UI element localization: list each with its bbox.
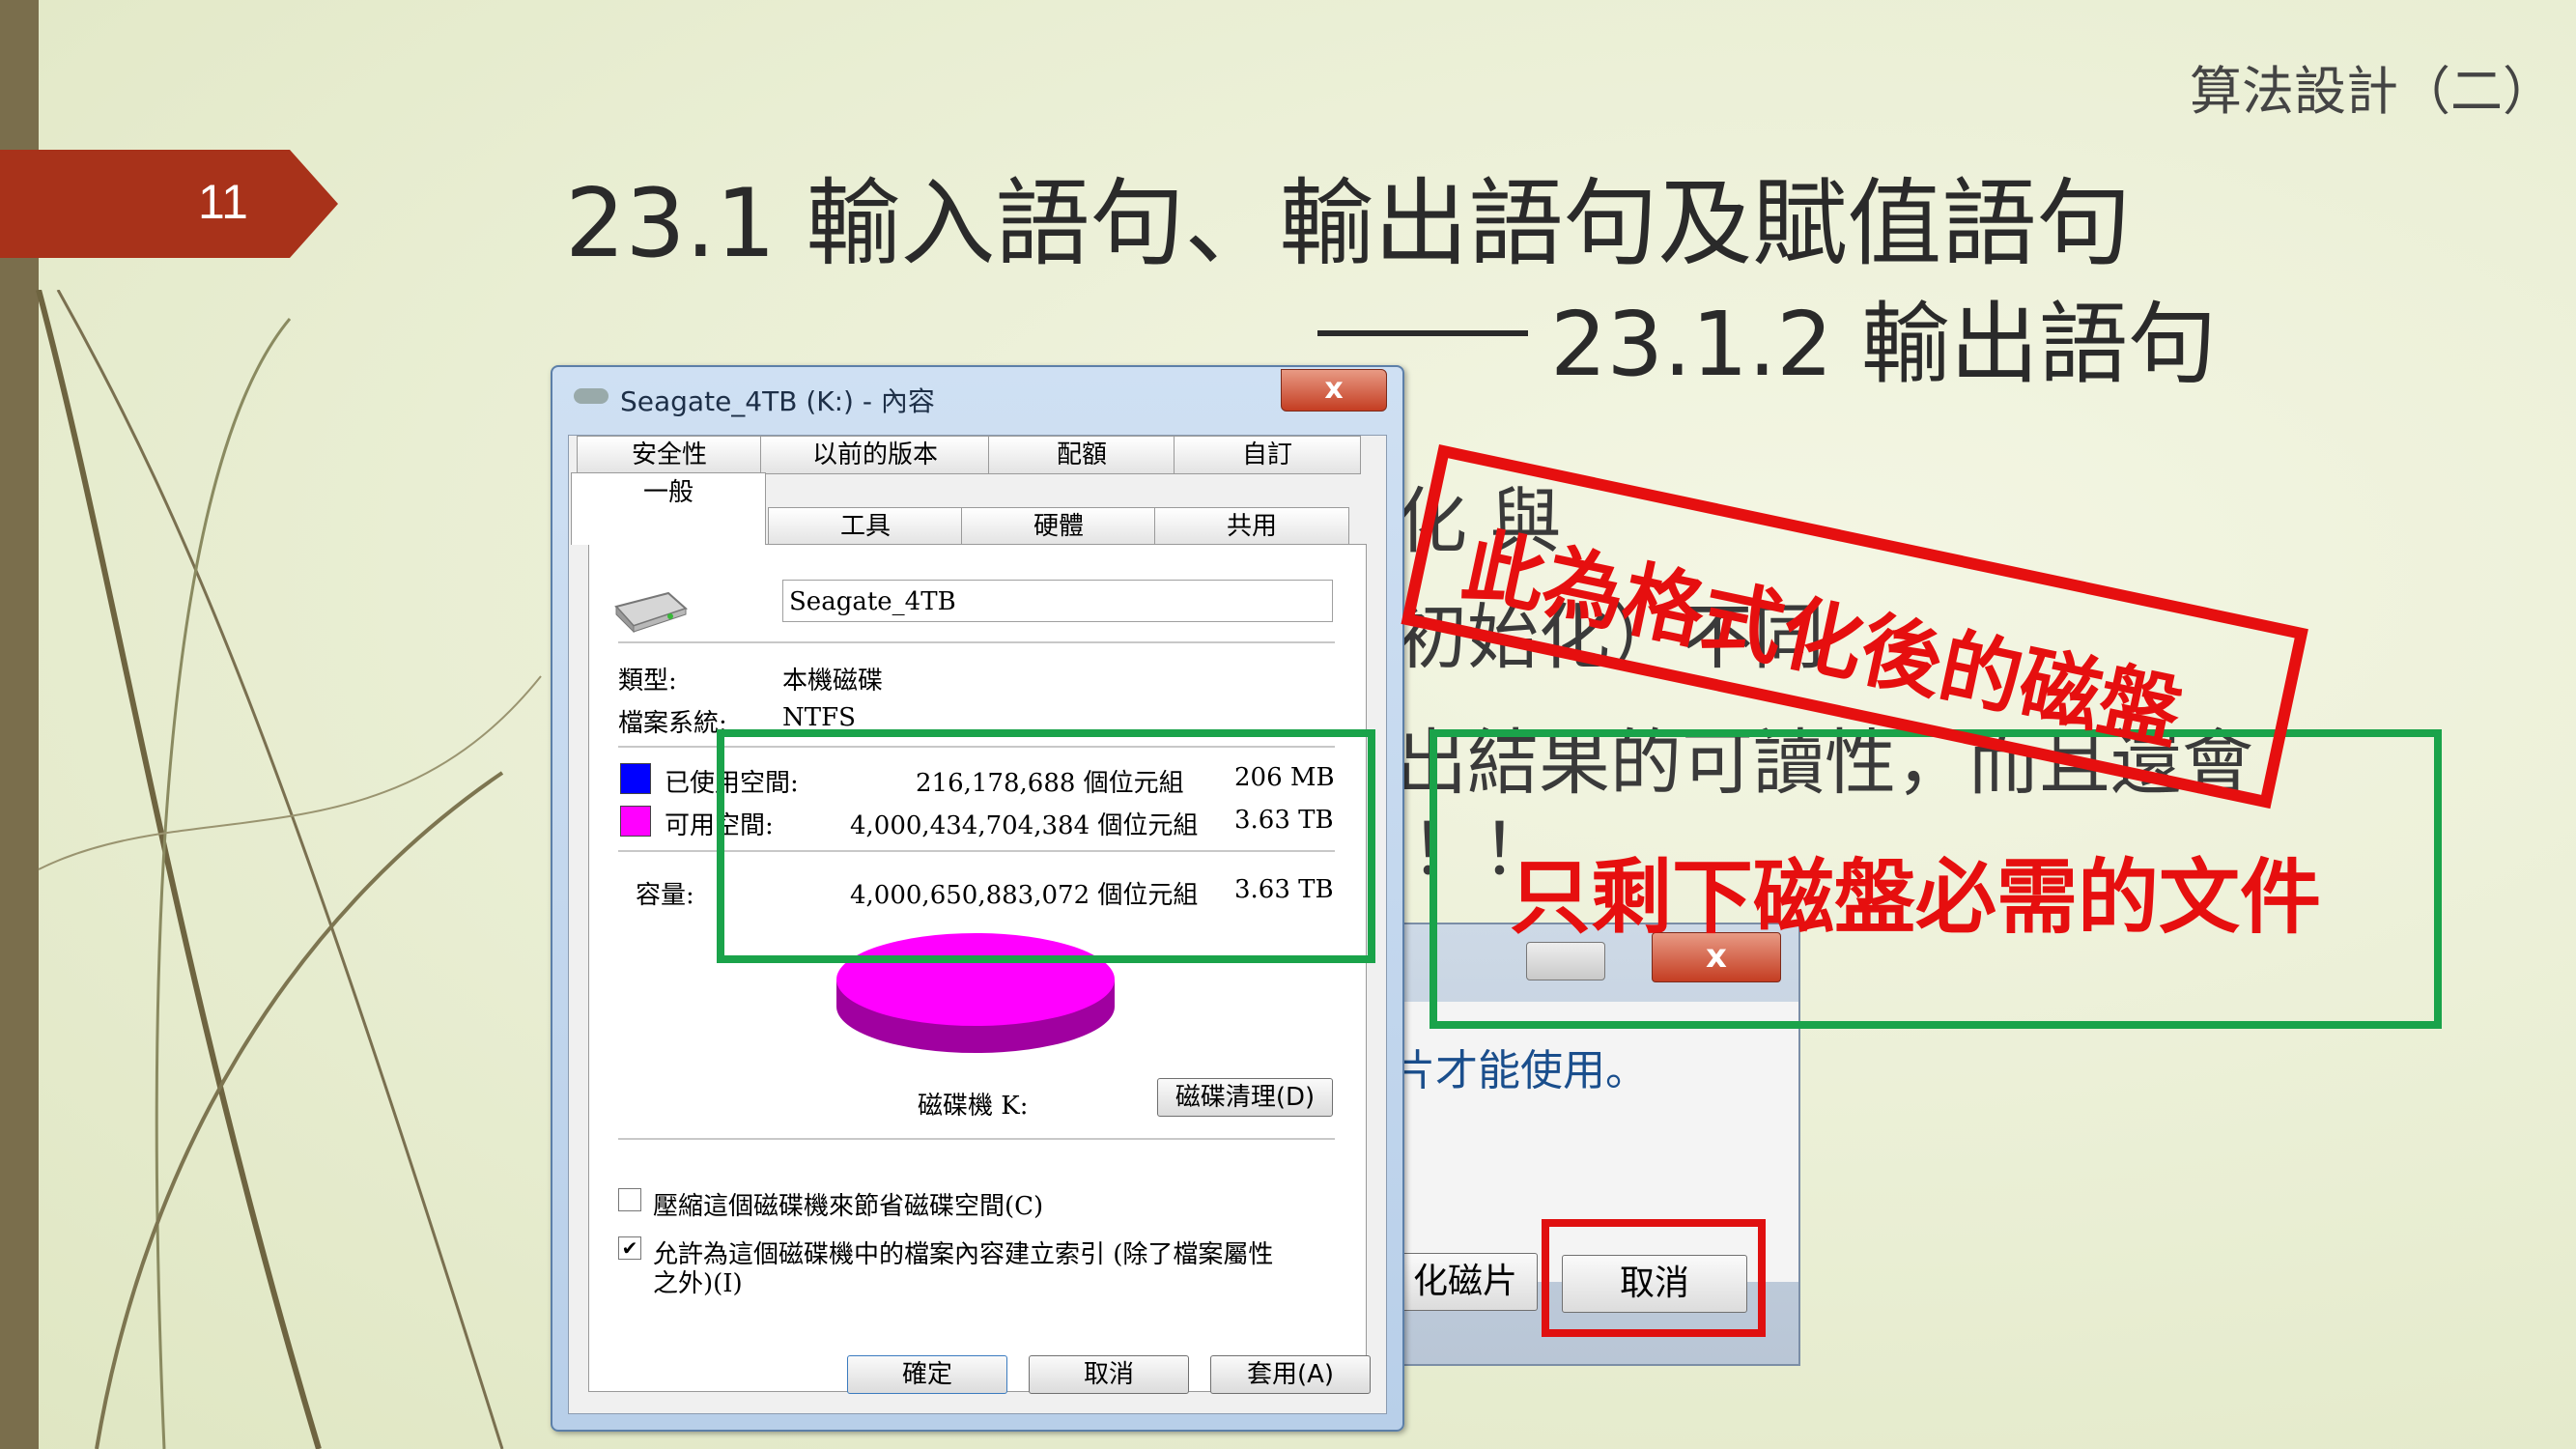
- general-panel: Seagate_4TB 類型: 本機磁碟 檔案系統: NTFS 已使用空間: 2…: [588, 544, 1367, 1392]
- tab-customize[interactable]: 自訂: [1174, 436, 1361, 474]
- page-number-tab: [0, 150, 338, 258]
- slide-title: 23.1 輸入語句、輸出語句及賦值語句: [565, 169, 2132, 279]
- drive-icon: [574, 388, 609, 404]
- disk-cleanup-button[interactable]: 磁碟清理(D): [1157, 1078, 1333, 1117]
- divider: [618, 641, 1335, 643]
- tab-tools[interactable]: 工具: [768, 507, 963, 546]
- ok-button[interactable]: 確定: [847, 1355, 1007, 1394]
- drive-name-input[interactable]: Seagate_4TB: [782, 580, 1333, 622]
- compress-checkbox[interactable]: [618, 1188, 641, 1211]
- free-space-swatch: [620, 806, 651, 837]
- type-label: 類型:: [618, 667, 677, 696]
- tab-security[interactable]: 安全性: [577, 436, 762, 474]
- slide-subtitle: 23.1.2 輸出語句: [1550, 293, 2217, 396]
- tab-quota[interactable]: 配額: [988, 436, 1175, 474]
- green-callout-text: 只剩下磁盤必需的文件: [1510, 850, 2322, 945]
- divider: [618, 1138, 1335, 1140]
- index-checkbox[interactable]: ✔: [618, 1236, 641, 1260]
- dialog-title: Seagate_4TB (K:) - 內容: [620, 385, 935, 417]
- format-dialog-message: 片才能使用。: [1393, 1046, 1648, 1095]
- filesystem-label: 檔案系統:: [618, 709, 727, 738]
- red-highlight-cancel: [1542, 1219, 1766, 1337]
- format-disk-button[interactable]: 化磁片: [1393, 1253, 1538, 1311]
- index-label-cont: 之外)(I): [653, 1269, 743, 1298]
- tab-previous-versions[interactable]: 以前的版本: [760, 436, 990, 474]
- type-value: 本機磁碟: [782, 667, 884, 696]
- index-label: 允許為這個磁碟機中的檔案內容建立索引 (除了檔案屬性: [653, 1240, 1274, 1269]
- capacity-label: 容量:: [636, 881, 694, 910]
- course-header: 算法設計（二）: [2190, 61, 2555, 122]
- close-button[interactable]: x: [1281, 369, 1387, 412]
- page-number: 11: [198, 175, 248, 229]
- filesystem-value: NTFS: [782, 703, 856, 732]
- tab-sharing[interactable]: 共用: [1154, 507, 1349, 546]
- compress-label: 壓縮這個磁碟機來節省磁碟空間(C): [653, 1192, 1044, 1221]
- tab-hardware[interactable]: 硬體: [961, 507, 1156, 546]
- drive-letter-label: 磁碟機 K:: [918, 1092, 1029, 1121]
- green-highlight-box-usage: [717, 729, 1375, 963]
- used-space-swatch: [620, 763, 651, 794]
- apply-button[interactable]: 套用(A): [1210, 1355, 1371, 1394]
- title-dash: [1317, 330, 1528, 336]
- tab-general[interactable]: 一般: [571, 472, 766, 545]
- cancel-button[interactable]: 取消: [1029, 1355, 1189, 1394]
- hard-drive-icon: [614, 591, 688, 634]
